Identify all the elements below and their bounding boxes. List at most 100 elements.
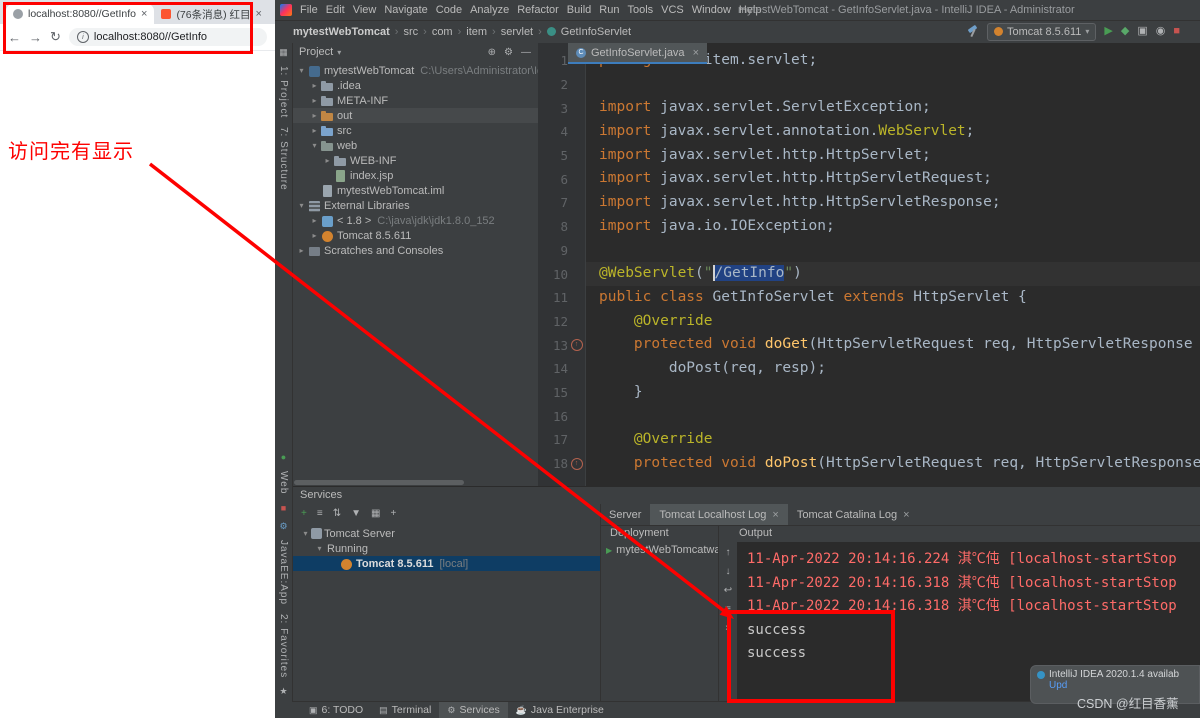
tool-window-javaee-app[interactable]: JavaEE:App	[278, 540, 289, 605]
menu-navigate[interactable]: Navigate	[380, 4, 431, 16]
editor-tab[interactable]: C GetInfoServlet.java ×	[568, 43, 707, 64]
star-icon[interactable]: ★	[279, 687, 287, 696]
code-line[interactable]: 14 doPost(req, resp);	[538, 357, 1200, 381]
close-icon[interactable]: ×	[693, 47, 699, 59]
code-line[interactable]: 8 import java.io.IOException;	[538, 215, 1200, 239]
menu-refactor[interactable]: Refactor	[513, 4, 563, 16]
code-line[interactable]: 5 import javax.servlet.http.HttpServlet;	[538, 144, 1200, 168]
soft-wrap-icon[interactable]: ↩	[724, 586, 732, 596]
console-tab-server[interactable]: Server	[600, 504, 650, 525]
stop-icon[interactable]: ■	[1173, 26, 1180, 37]
tool-window-favorites[interactable]: 2: Favorites	[278, 614, 289, 678]
project-tree-item[interactable]: ▸ < 1.8 > C:\java\jdk\jdk1.8.0_152	[292, 213, 538, 228]
tree-arrow-icon[interactable]: ▸	[296, 246, 307, 255]
code-line[interactable]: 12 @Override	[538, 310, 1200, 334]
project-tree-item[interactable]: ▸ out	[292, 108, 538, 123]
address-bar[interactable]: i localhost:8080//GetInfo	[68, 28, 267, 46]
deployment-item[interactable]: ▶ mytestWebTomcatwar	[600, 542, 718, 558]
tree-arrow-icon[interactable]: ▸	[309, 96, 320, 105]
view-options-icon[interactable]: ≡	[317, 509, 323, 519]
back-icon[interactable]: ←	[8, 30, 21, 45]
tool-window-web[interactable]: Web	[278, 471, 289, 494]
tree-arrow-icon[interactable]: ▸	[309, 231, 320, 240]
hide-panel-icon[interactable]: —	[521, 47, 531, 58]
run-config-select[interactable]: Tomcat 8.5.611 ▾	[986, 22, 1097, 41]
code-line[interactable]: 17 @Override	[538, 428, 1200, 452]
code-line[interactable]: 13 ↑ protected void doGet(HttpServletRequ…	[538, 333, 1200, 357]
build-hammer-icon[interactable]	[966, 25, 979, 38]
project-tree-item[interactable]: ▸ META-INF	[292, 93, 538, 108]
project-tree-item[interactable]: ▸ .idea	[292, 78, 538, 93]
code-line[interactable]: 3 import javax.servlet.ServletException;	[538, 96, 1200, 120]
refresh-icon[interactable]: ↻	[50, 29, 61, 45]
services-tree-item[interactable]: Tomcat 8.5.611 [local]	[292, 556, 600, 571]
breadcrumb-item[interactable]: mytestWebTomcat	[293, 26, 390, 38]
breadcrumb-item[interactable]: com	[432, 26, 453, 38]
tree-arrow-icon[interactable]: ▾	[300, 529, 311, 538]
menu-build[interactable]: Build	[563, 4, 595, 16]
close-icon[interactable]: ×	[772, 509, 778, 521]
tree-arrow-icon[interactable]: ▸	[309, 111, 320, 120]
breadcrumb-item[interactable]: item	[466, 26, 487, 38]
menu-tools[interactable]: Tools	[623, 4, 657, 16]
profiler-icon[interactable]: ◉	[1156, 26, 1166, 37]
tree-arrow-icon[interactable]: ▸	[309, 126, 320, 135]
debug-icon[interactable]: ◆	[1121, 26, 1129, 37]
project-tree-item[interactable]: ▾ mytestWebTomcat C:\Users\Administrator\I…	[292, 63, 538, 78]
code-line[interactable]: 6 import javax.servlet.http.HttpServletRe…	[538, 167, 1200, 191]
add-service-icon[interactable]: +	[301, 509, 307, 519]
tree-arrow-icon[interactable]: ▾	[296, 66, 307, 75]
menu-edit[interactable]: Edit	[322, 4, 349, 16]
breadcrumb-item[interactable]: src	[403, 26, 418, 38]
tree-arrow-icon[interactable]: ▾	[309, 141, 320, 150]
project-tree-item[interactable]: index.jsp	[292, 168, 538, 183]
services-tree-item[interactable]: ▾ Running	[292, 541, 600, 556]
group-icon[interactable]: ▦	[371, 509, 380, 519]
code-line[interactable]: 10 @WebServlet("/GetInfo")	[538, 262, 1200, 286]
close-icon[interactable]: ×	[903, 509, 909, 521]
filter-icon[interactable]: ▼	[351, 509, 361, 519]
horizontal-scrollbar[interactable]	[292, 480, 534, 485]
override-method-icon[interactable]: ↑	[570, 339, 583, 352]
code-line[interactable]: 16	[538, 404, 1200, 428]
project-tree-item[interactable]: ▾ External Libraries	[292, 198, 538, 213]
tool-window-project[interactable]: 1: Project	[278, 66, 289, 118]
menu-vcs[interactable]: VCS	[657, 4, 688, 16]
browser-tab-csdn[interactable]: (76条消息) 红目 ×	[154, 4, 269, 24]
add-icon[interactable]: +	[390, 509, 396, 519]
project-tree-item[interactable]: mytestWebTomcat.iml	[292, 183, 538, 198]
status-terminal[interactable]: ▤ Terminal	[371, 702, 439, 718]
status-services[interactable]: ⚙ Services	[439, 702, 508, 718]
code-line[interactable]: 4 import javax.servlet.annotation.WebServ…	[538, 120, 1200, 144]
breadcrumb-item[interactable]: GetInfoServlet	[561, 26, 631, 38]
code-line[interactable]: 18 ↑ protected void doPost(HttpServletReq…	[538, 452, 1200, 476]
site-info-icon[interactable]: i	[76, 31, 89, 43]
clear-icon[interactable]: ×	[725, 624, 731, 634]
code-line[interactable]: 15 }	[538, 381, 1200, 405]
tool-window-structure[interactable]: 7: Structure	[278, 127, 289, 191]
tree-arrow-icon[interactable]: ▸	[309, 81, 320, 90]
override-method-icon[interactable]: ↑	[570, 457, 583, 470]
scroll-to-end-icon[interactable]: ≡	[725, 605, 731, 615]
status-6-todo[interactable]: ▣ 6: TODO	[301, 702, 371, 718]
stop-icon[interactable]: ■	[281, 503, 286, 513]
status-java-enterprise[interactable]: ☕ Java Enterprise	[508, 702, 612, 718]
scrollbar-thumb[interactable]	[294, 480, 464, 485]
breadcrumb-item[interactable]: servlet	[501, 26, 533, 38]
tree-arrow-icon[interactable]: ▸	[309, 216, 320, 225]
run-icon[interactable]: ▶	[1104, 26, 1112, 37]
chevron-down-icon[interactable]: ▾	[337, 48, 341, 57]
web-run-icon[interactable]: ●	[281, 453, 286, 462]
gear-icon[interactable]: ⚙	[504, 47, 513, 58]
code-line[interactable]: 9	[538, 239, 1200, 263]
project-tree-item[interactable]: ▾ web	[292, 138, 538, 153]
menu-window[interactable]: Window	[688, 4, 735, 16]
project-tree-item[interactable]: ▸ WEB-INF	[292, 153, 538, 168]
grid-icon[interactable]: ▦	[279, 48, 288, 57]
project-tree-item[interactable]: ▸ src	[292, 123, 538, 138]
coverage-icon[interactable]: ▣	[1137, 26, 1147, 37]
menu-view[interactable]: View	[349, 4, 381, 16]
settings-icon[interactable]: ⚙	[279, 521, 287, 531]
forward-icon[interactable]: →	[29, 30, 42, 45]
expand-collapse-icon[interactable]: ⇅	[333, 509, 341, 519]
